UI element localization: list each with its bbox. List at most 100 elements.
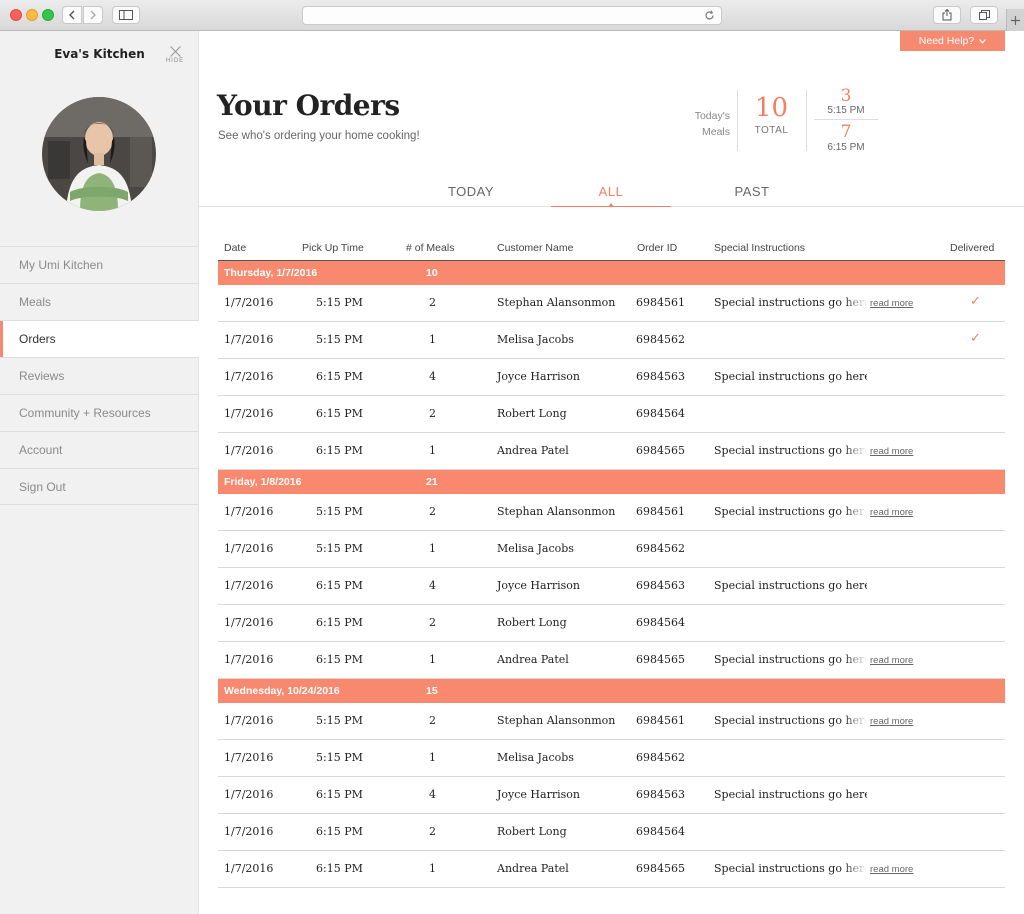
column-header-delivered[interactable]: Delivered <box>950 242 994 254</box>
slot-divider <box>814 119 878 120</box>
cell-customer-name: Robert Long <box>497 825 567 838</box>
hide-label: HIDE <box>165 58 185 64</box>
orders-table: Date Pick Up Time # of Meals Customer Na… <box>218 238 1005 888</box>
column-header-customer-name[interactable]: Customer Name <box>497 242 573 254</box>
group-date: Wednesday, 10/24/2016 <box>224 685 340 697</box>
sidebar-item-reviews[interactable]: Reviews <box>0 357 199 394</box>
tab-all[interactable]: ALL <box>551 184 671 207</box>
read-more-link[interactable]: read more <box>870 298 913 309</box>
column-header-pickup-time[interactable]: Pick Up Time <box>302 242 364 254</box>
checkmark-icon: ✓ <box>970 331 981 346</box>
share-button[interactable] <box>933 6 961 24</box>
cell-meals: 1 <box>429 751 436 764</box>
sidebar-item-orders[interactable]: Orders <box>0 320 199 357</box>
cell-meals: 2 <box>429 714 436 727</box>
tabs-icon <box>978 10 990 20</box>
cell-pickup-time: 6:15 PM <box>316 370 363 383</box>
cell-special-instructions: Special instructions go here. <box>714 579 867 592</box>
read-more-link[interactable]: read more <box>870 446 913 457</box>
need-help-button[interactable]: Need Help? <box>900 31 1005 51</box>
table-row[interactable]: 1/7/2016 5:15 PM 2 Stephan Alansonmon 698456… <box>218 494 1005 531</box>
sidebar-item-sign-out[interactable]: Sign Out <box>0 468 199 505</box>
table-row[interactable]: 1/7/2016 6:15 PM 2 Robert Long 6984564 <box>218 396 1005 433</box>
column-header-special-instructions[interactable]: Special Instructions <box>714 242 805 254</box>
zoom-window-button[interactable] <box>42 9 54 21</box>
divider <box>737 90 738 151</box>
group-meal-total: 21 <box>426 476 438 488</box>
table-row[interactable]: 1/7/2016 6:15 PM 1 Andrea Patel 6984565 Speci… <box>218 642 1005 679</box>
cell-meals: 2 <box>429 616 436 629</box>
forward-button[interactable] <box>83 6 103 24</box>
table-row[interactable]: 1/7/2016 6:15 PM 4 Joyce Harrison 6984563 Spe… <box>218 359 1005 396</box>
column-header-meals[interactable]: # of Meals <box>406 242 454 254</box>
tabs-overview-button[interactable] <box>970 6 998 24</box>
sidebar-toggle-button[interactable] <box>112 6 140 24</box>
cell-pickup-time: 5:15 PM <box>316 751 363 764</box>
reload-icon[interactable] <box>704 10 715 21</box>
read-more-link[interactable]: read more <box>870 507 913 518</box>
table-row[interactable]: 1/7/2016 6:15 PM 1 Andrea Patel 6984565 Speci… <box>218 433 1005 470</box>
cell-special-instructions: Special instructions go here. Th <box>714 653 867 666</box>
browser-toolbar <box>0 0 1024 31</box>
cell-date: 1/7/2016 <box>224 616 274 629</box>
cell-customer-name: Robert Long <box>497 616 567 629</box>
cell-date: 1/7/2016 <box>224 751 274 764</box>
column-header-date[interactable]: Date <box>224 242 246 254</box>
cell-pickup-time: 5:15 PM <box>316 333 363 346</box>
table-row[interactable]: 1/7/2016 5:15 PM 2 Stephan Alansonmon 698456… <box>218 703 1005 740</box>
cell-pickup-time: 5:15 PM <box>316 505 363 518</box>
cell-order-id: 6984561 <box>636 714 685 727</box>
checkmark-icon: ✓ <box>970 294 981 309</box>
cell-date: 1/7/2016 <box>224 333 274 346</box>
table-row[interactable]: 1/7/2016 6:15 PM 2 Robert Long 6984564 <box>218 814 1005 851</box>
cell-pickup-time: 6:15 PM <box>316 825 363 838</box>
cell-meals: 4 <box>429 788 436 801</box>
table-row[interactable]: 1/7/2016 6:15 PM 2 Robert Long 6984564 <box>218 605 1005 642</box>
table-row[interactable]: 1/7/2016 6:15 PM 4 Joyce Harrison 6984563 Spe… <box>218 777 1005 814</box>
new-tab-button[interactable] <box>1006 9 1024 31</box>
cell-order-id: 6984562 <box>636 542 685 555</box>
sidebar-item-community-resources[interactable]: Community + Resources <box>0 394 199 431</box>
cell-special-instructions: Special instructions go here. <box>714 370 867 383</box>
address-bar[interactable] <box>302 6 722 25</box>
cell-meals: 1 <box>429 333 436 346</box>
cell-customer-name: Andrea Patel <box>497 862 569 875</box>
cell-order-id: 6984563 <box>636 788 685 801</box>
cell-pickup-time: 6:15 PM <box>316 444 363 457</box>
column-header-order-id[interactable]: Order ID <box>637 242 677 254</box>
order-tabs: TODAY ALL PAST <box>199 180 1024 207</box>
group-meal-total: 15 <box>426 685 438 697</box>
tab-today[interactable]: TODAY <box>411 184 531 207</box>
table-row[interactable]: 1/7/2016 6:15 PM 4 Joyce Harrison 6984563 Spe… <box>218 568 1005 605</box>
read-more-link[interactable]: read more <box>870 716 913 727</box>
minimize-window-button[interactable] <box>26 9 38 21</box>
cell-date: 1/7/2016 <box>224 825 274 838</box>
hide-sidebar-button[interactable]: HIDE <box>163 46 187 64</box>
table-row[interactable]: 1/7/2016 5:15 PM 1 Melisa Jacobs 6984562 ✓ <box>218 322 1005 359</box>
read-more-link[interactable]: read more <box>870 655 913 666</box>
cell-date: 1/7/2016 <box>224 714 274 727</box>
cell-special-instructions: Special instructions go here. Th <box>714 444 867 457</box>
table-row[interactable]: 1/7/2016 5:15 PM 1 Melisa Jacobs 6984562 <box>218 531 1005 568</box>
cell-customer-name: Stephan Alansonmon <box>497 296 616 309</box>
table-row[interactable]: 1/7/2016 6:15 PM 1 Andrea Patel 6984565 Speci… <box>218 851 1005 888</box>
cell-pickup-time: 5:15 PM <box>316 296 363 309</box>
table-row[interactable]: 1/7/2016 5:15 PM 1 Melisa Jacobs 6984562 <box>218 740 1005 777</box>
sidebar-item-my-umi-kitchen[interactable]: My Umi Kitchen <box>0 246 199 283</box>
tab-past[interactable]: PAST <box>692 184 812 207</box>
total-meals-count: 10 <box>754 93 789 123</box>
back-button[interactable] <box>62 6 82 24</box>
cell-special-instructions: Special instructions go here. <box>714 788 867 801</box>
group-meal-total: 10 <box>426 267 438 279</box>
sidebar-item-account[interactable]: Account <box>0 431 199 468</box>
cell-special-instructions: Special instructions go here. Th <box>714 714 867 727</box>
cell-order-id: 6984562 <box>636 751 685 764</box>
table-header: Date Pick Up Time # of Meals Customer Na… <box>218 238 1005 261</box>
table-row[interactable]: 1/7/2016 5:15 PM 2 Stephan Alansonmon 698456… <box>218 285 1005 322</box>
cell-meals: 4 <box>429 579 436 592</box>
cell-date: 1/7/2016 <box>224 542 274 555</box>
sidebar-item-meals[interactable]: Meals <box>0 283 199 320</box>
close-window-button[interactable] <box>10 9 22 21</box>
cell-pickup-time: 5:15 PM <box>316 542 363 555</box>
read-more-link[interactable]: read more <box>870 864 913 875</box>
